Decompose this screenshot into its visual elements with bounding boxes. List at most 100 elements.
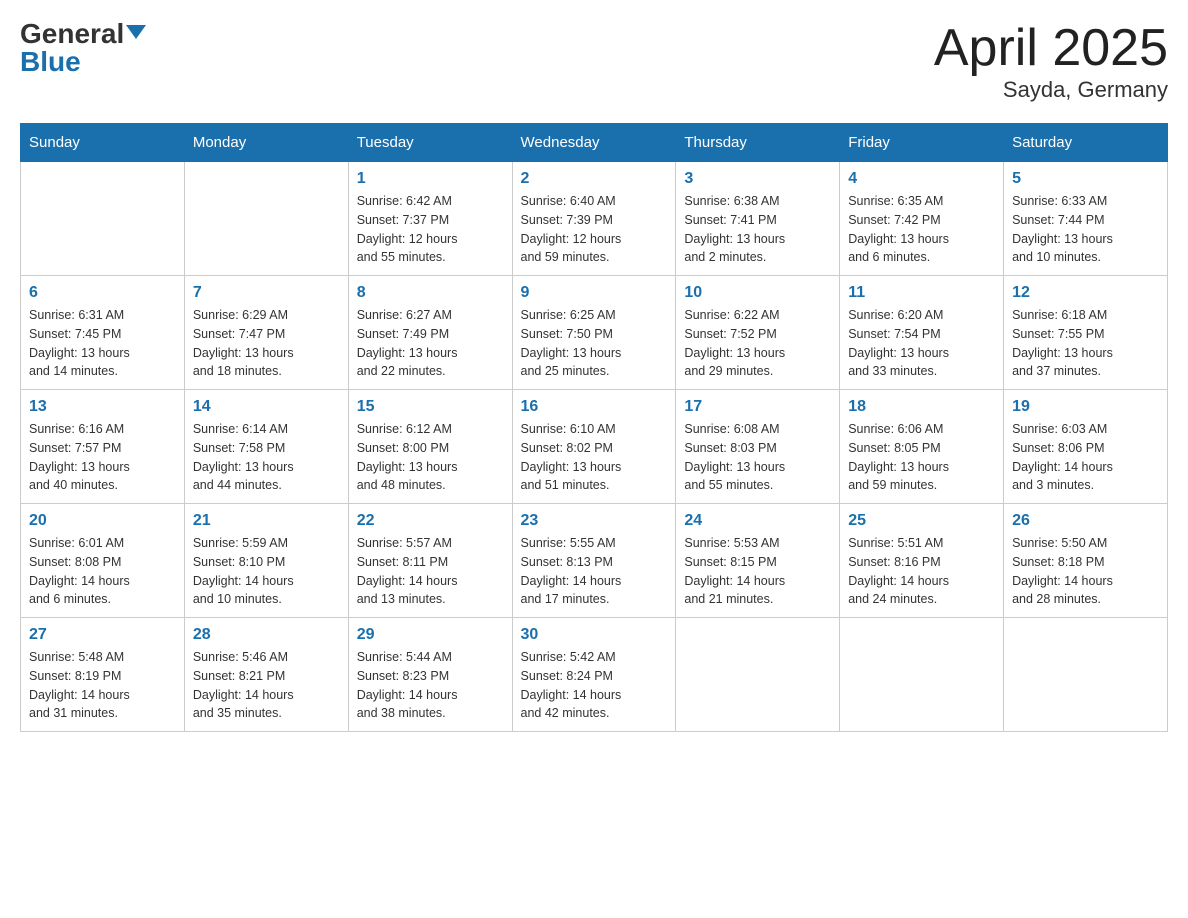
day-info: Sunrise: 6:22 AMSunset: 7:52 PMDaylight:… <box>684 306 831 381</box>
calendar-cell: 28 Sunrise: 5:46 AMSunset: 8:21 PMDayligh… <box>184 618 348 732</box>
day-number: 6 <box>29 284 176 302</box>
calendar-cell: 13 Sunrise: 6:16 AMSunset: 7:57 PMDayligh… <box>21 390 185 504</box>
calendar-cell: 15 Sunrise: 6:12 AMSunset: 8:00 PMDayligh… <box>348 390 512 504</box>
day-info: Sunrise: 5:59 AMSunset: 8:10 PMDaylight:… <box>193 534 340 609</box>
calendar-cell <box>676 618 840 732</box>
day-number: 12 <box>1012 284 1159 302</box>
day-info: Sunrise: 5:55 AMSunset: 8:13 PMDaylight:… <box>521 534 668 609</box>
day-info: Sunrise: 6:35 AMSunset: 7:42 PMDaylight:… <box>848 192 995 267</box>
day-number: 15 <box>357 398 504 416</box>
day-number: 7 <box>193 284 340 302</box>
calendar-cell: 14 Sunrise: 6:14 AMSunset: 7:58 PMDayligh… <box>184 390 348 504</box>
calendar-cell: 10 Sunrise: 6:22 AMSunset: 7:52 PMDayligh… <box>676 276 840 390</box>
day-number: 10 <box>684 284 831 302</box>
day-number: 25 <box>848 512 995 530</box>
day-info: Sunrise: 6:29 AMSunset: 7:47 PMDaylight:… <box>193 306 340 381</box>
day-info: Sunrise: 5:50 AMSunset: 8:18 PMDaylight:… <box>1012 534 1159 609</box>
calendar-location: Sayda, Germany <box>934 77 1168 103</box>
day-number: 11 <box>848 284 995 302</box>
title-block: April 2025 Sayda, Germany <box>934 20 1168 103</box>
day-info: Sunrise: 6:20 AMSunset: 7:54 PMDaylight:… <box>848 306 995 381</box>
day-number: 1 <box>357 170 504 188</box>
calendar-cell: 3 Sunrise: 6:38 AMSunset: 7:41 PMDaylight… <box>676 162 840 276</box>
day-info: Sunrise: 6:14 AMSunset: 7:58 PMDaylight:… <box>193 420 340 495</box>
day-number: 13 <box>29 398 176 416</box>
calendar-cell: 2Sunrise: 6:40 AMSunset: 7:39 PMDaylight… <box>512 162 676 276</box>
day-info: Sunrise: 6:27 AMSunset: 7:49 PMDaylight:… <box>357 306 504 381</box>
day-info: Sunrise: 5:44 AMSunset: 8:23 PMDaylight:… <box>357 648 504 723</box>
calendar-cell <box>184 162 348 276</box>
day-info: Sunrise: 6:33 AMSunset: 7:44 PMDaylight:… <box>1012 192 1159 267</box>
day-number: 24 <box>684 512 831 530</box>
calendar-cell <box>1004 618 1168 732</box>
column-header-friday: Friday <box>840 124 1004 162</box>
calendar-cell: 5 Sunrise: 6:33 AMSunset: 7:44 PMDaylight… <box>1004 162 1168 276</box>
day-number: 8 <box>357 284 504 302</box>
day-info: Sunrise: 6:31 AMSunset: 7:45 PMDaylight:… <box>29 306 176 381</box>
calendar-cell: 24Sunrise: 5:53 AMSunset: 8:15 PMDayligh… <box>676 504 840 618</box>
day-info: Sunrise: 6:08 AMSunset: 8:03 PMDaylight:… <box>684 420 831 495</box>
column-header-monday: Monday <box>184 124 348 162</box>
week-row-5: 27Sunrise: 5:48 AMSunset: 8:19 PMDayligh… <box>21 618 1168 732</box>
calendar-cell: 29 Sunrise: 5:44 AMSunset: 8:23 PMDayligh… <box>348 618 512 732</box>
day-info: Sunrise: 6:40 AMSunset: 7:39 PMDaylight:… <box>521 192 668 267</box>
day-number: 3 <box>684 170 831 188</box>
calendar-cell: 22Sunrise: 5:57 AMSunset: 8:11 PMDayligh… <box>348 504 512 618</box>
calendar-cell: 23 Sunrise: 5:55 AMSunset: 8:13 PMDayligh… <box>512 504 676 618</box>
calendar-cell: 26 Sunrise: 5:50 AMSunset: 8:18 PMDayligh… <box>1004 504 1168 618</box>
day-number: 5 <box>1012 170 1159 188</box>
calendar-cell: 27Sunrise: 5:48 AMSunset: 8:19 PMDayligh… <box>21 618 185 732</box>
calendar-cell <box>21 162 185 276</box>
day-number: 16 <box>521 398 668 416</box>
day-number: 9 <box>521 284 668 302</box>
logo-triangle-icon <box>126 25 146 39</box>
column-header-saturday: Saturday <box>1004 124 1168 162</box>
day-number: 21 <box>193 512 340 530</box>
day-info: Sunrise: 5:57 AMSunset: 8:11 PMDaylight:… <box>357 534 504 609</box>
column-header-thursday: Thursday <box>676 124 840 162</box>
day-number: 17 <box>684 398 831 416</box>
calendar-header-row: SundayMondayTuesdayWednesdayThursdayFrid… <box>21 124 1168 162</box>
day-number: 19 <box>1012 398 1159 416</box>
day-number: 29 <box>357 626 504 644</box>
column-header-wednesday: Wednesday <box>512 124 676 162</box>
day-info: Sunrise: 6:18 AMSunset: 7:55 PMDaylight:… <box>1012 306 1159 381</box>
day-number: 23 <box>521 512 668 530</box>
day-info: Sunrise: 6:16 AMSunset: 7:57 PMDaylight:… <box>29 420 176 495</box>
week-row-2: 6 Sunrise: 6:31 AMSunset: 7:45 PMDaylight… <box>21 276 1168 390</box>
day-number: 14 <box>193 398 340 416</box>
day-info: Sunrise: 5:46 AMSunset: 8:21 PMDaylight:… <box>193 648 340 723</box>
day-number: 4 <box>848 170 995 188</box>
logo: General Blue <box>20 20 146 76</box>
calendar-table: SundayMondayTuesdayWednesdayThursdayFrid… <box>20 123 1168 732</box>
day-number: 28 <box>193 626 340 644</box>
calendar-cell: 21 Sunrise: 5:59 AMSunset: 8:10 PMDayligh… <box>184 504 348 618</box>
day-info: Sunrise: 5:48 AMSunset: 8:19 PMDaylight:… <box>29 648 176 723</box>
calendar-cell: 18Sunrise: 6:06 AMSunset: 8:05 PMDayligh… <box>840 390 1004 504</box>
day-number: 18 <box>848 398 995 416</box>
column-header-tuesday: Tuesday <box>348 124 512 162</box>
week-row-3: 13 Sunrise: 6:16 AMSunset: 7:57 PMDayligh… <box>21 390 1168 504</box>
day-number: 30 <box>521 626 668 644</box>
calendar-cell: 8 Sunrise: 6:27 AMSunset: 7:49 PMDaylight… <box>348 276 512 390</box>
calendar-title: April 2025 <box>934 20 1168 77</box>
calendar-cell: 11 Sunrise: 6:20 AMSunset: 7:54 PMDayligh… <box>840 276 1004 390</box>
week-row-1: 1 Sunrise: 6:42 AMSunset: 7:37 PMDaylight… <box>21 162 1168 276</box>
day-info: Sunrise: 5:51 AMSunset: 8:16 PMDaylight:… <box>848 534 995 609</box>
calendar-cell: 20 Sunrise: 6:01 AMSunset: 8:08 PMDayligh… <box>21 504 185 618</box>
column-header-sunday: Sunday <box>21 124 185 162</box>
calendar-cell: 30Sunrise: 5:42 AMSunset: 8:24 PMDayligh… <box>512 618 676 732</box>
day-info: Sunrise: 6:12 AMSunset: 8:00 PMDaylight:… <box>357 420 504 495</box>
day-info: Sunrise: 6:42 AMSunset: 7:37 PMDaylight:… <box>357 192 504 267</box>
day-number: 20 <box>29 512 176 530</box>
calendar-cell: 12 Sunrise: 6:18 AMSunset: 7:55 PMDayligh… <box>1004 276 1168 390</box>
calendar-cell: 16 Sunrise: 6:10 AMSunset: 8:02 PMDayligh… <box>512 390 676 504</box>
page-header: General Blue April 2025 Sayda, Germany <box>20 20 1168 103</box>
week-row-4: 20 Sunrise: 6:01 AMSunset: 8:08 PMDayligh… <box>21 504 1168 618</box>
day-info: Sunrise: 6:01 AMSunset: 8:08 PMDaylight:… <box>29 534 176 609</box>
calendar-cell: 7 Sunrise: 6:29 AMSunset: 7:47 PMDaylight… <box>184 276 348 390</box>
day-number: 26 <box>1012 512 1159 530</box>
day-info: Sunrise: 6:10 AMSunset: 8:02 PMDaylight:… <box>521 420 668 495</box>
day-info: Sunrise: 6:38 AMSunset: 7:41 PMDaylight:… <box>684 192 831 267</box>
calendar-cell: 1 Sunrise: 6:42 AMSunset: 7:37 PMDaylight… <box>348 162 512 276</box>
